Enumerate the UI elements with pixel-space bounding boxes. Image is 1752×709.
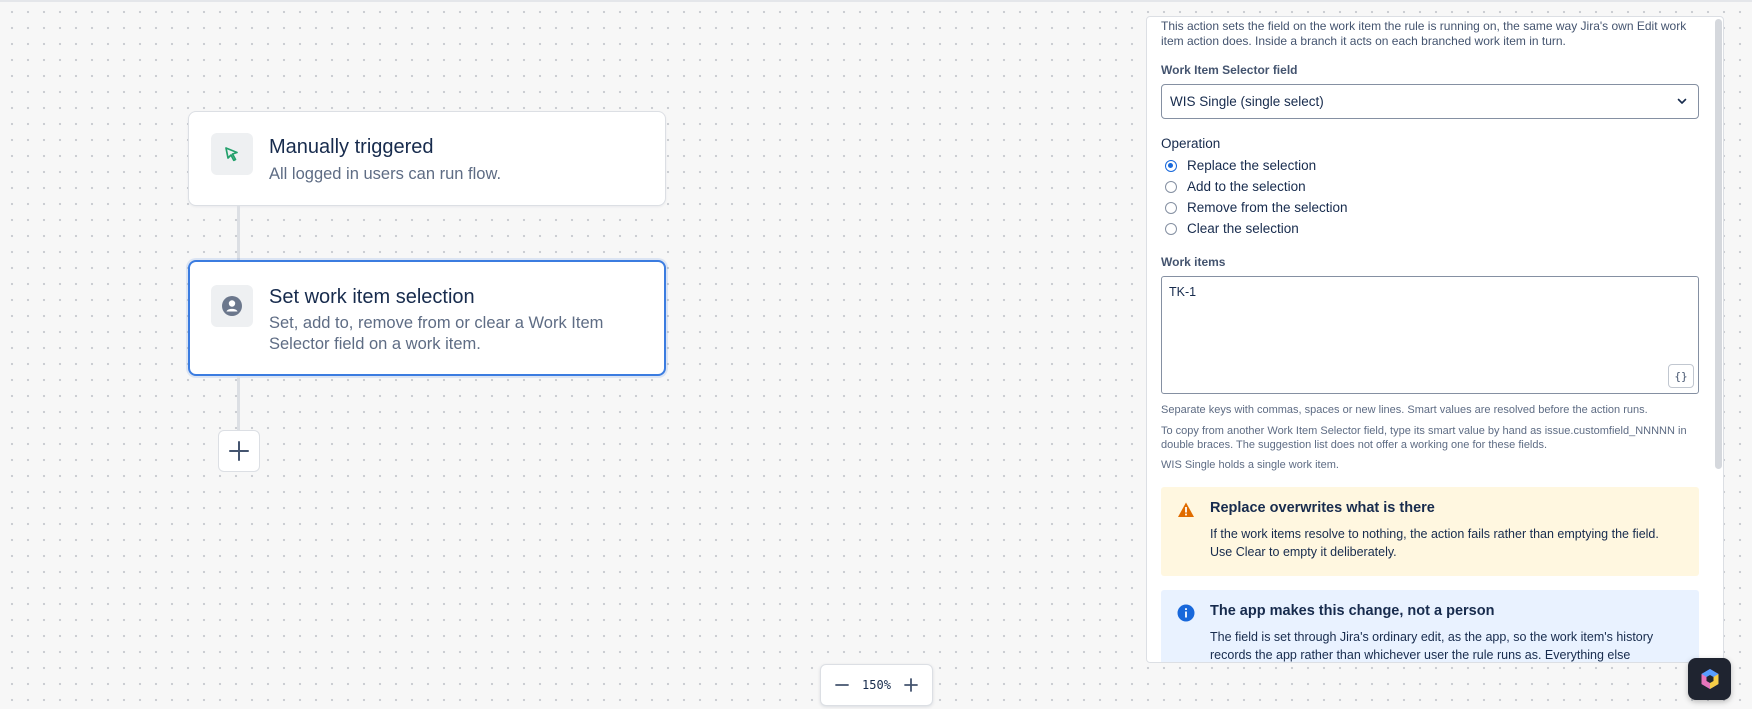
radio-remove[interactable]: Remove from the selection (1165, 200, 1348, 215)
selector-field-label: Work Item Selector field (1161, 63, 1298, 77)
radio-label: Add to the selection (1187, 179, 1306, 194)
zoom-level: 150% (862, 678, 891, 692)
info-icon (1177, 604, 1195, 622)
trigger-node[interactable]: Manually triggered All logged in users c… (188, 111, 666, 206)
info-callout: The app makes this change, not a person … (1161, 590, 1699, 662)
radio-label: Replace the selection (1187, 158, 1317, 173)
radio-button[interactable] (1165, 201, 1177, 214)
minus-icon (835, 684, 849, 686)
zoom-control: 150% (820, 664, 933, 706)
plus-icon (904, 678, 918, 692)
connector-line (237, 376, 240, 430)
top-border (0, 0, 1752, 2)
warning-title: Replace overwrites what is there (1210, 500, 1435, 516)
radio-add[interactable]: Add to the selection (1165, 179, 1306, 194)
radio-replace[interactable]: Replace the selection (1165, 158, 1316, 173)
work-items-input[interactable]: TK-1 {} (1161, 276, 1699, 394)
trigger-description: All logged in users can run flow. (269, 165, 502, 183)
selector-field-select[interactable]: WIS Single (single select) (1161, 84, 1699, 119)
action-description: Set, add to, remove from or clear a Work… (269, 314, 604, 353)
help-text: WIS Single holds a single work item. (1161, 459, 1339, 471)
zoom-in-button[interactable] (902, 676, 920, 694)
user-circle-icon (211, 285, 253, 327)
smart-value-button[interactable]: {} (1668, 364, 1694, 388)
chevron-down-icon (1677, 98, 1687, 104)
radio-clear[interactable]: Clear the selection (1165, 221, 1299, 236)
trigger-title: Manually triggered (269, 136, 434, 158)
config-panel: This action sets the field on the work i… (1146, 16, 1724, 663)
plus-icon (229, 441, 249, 461)
connector-line (237, 206, 240, 260)
help-text: To copy from another Work Item Selector … (1161, 425, 1687, 451)
action-node[interactable]: Set work item selection Set, add to, rem… (188, 260, 666, 376)
radio-label: Remove from the selection (1187, 200, 1348, 215)
radio-label: Clear the selection (1187, 221, 1299, 236)
help-text: Separate keys with commas, spaces or new… (1161, 404, 1648, 416)
warning-icon (1178, 502, 1194, 517)
panel-intro: This action sets the field on the work i… (1161, 19, 1687, 48)
cursor-click-icon (211, 133, 253, 175)
warning-body: If the work items resolve to nothing, th… (1210, 527, 1659, 559)
info-title: The app makes this change, not a person (1210, 603, 1495, 619)
warning-callout: Replace overwrites what is there If the … (1161, 487, 1699, 576)
work-items-value: TK-1 (1169, 285, 1197, 299)
radio-button[interactable] (1165, 159, 1177, 172)
info-body: The field is set through Jira's ordinary… (1210, 630, 1654, 662)
selector-field-value: WIS Single (single select) (1170, 94, 1324, 109)
add-step-button[interactable] (218, 430, 260, 472)
zoom-out-button[interactable] (833, 676, 851, 694)
radio-button[interactable] (1165, 180, 1177, 193)
app-launcher-button[interactable] (1688, 658, 1731, 700)
app-logo-icon (1701, 669, 1718, 689)
operation-label: Operation (1161, 136, 1221, 151)
radio-button[interactable] (1165, 222, 1177, 235)
panel-scrollbar[interactable] (1715, 19, 1722, 469)
work-items-label: Work items (1161, 255, 1226, 269)
action-title: Set work item selection (269, 286, 475, 308)
